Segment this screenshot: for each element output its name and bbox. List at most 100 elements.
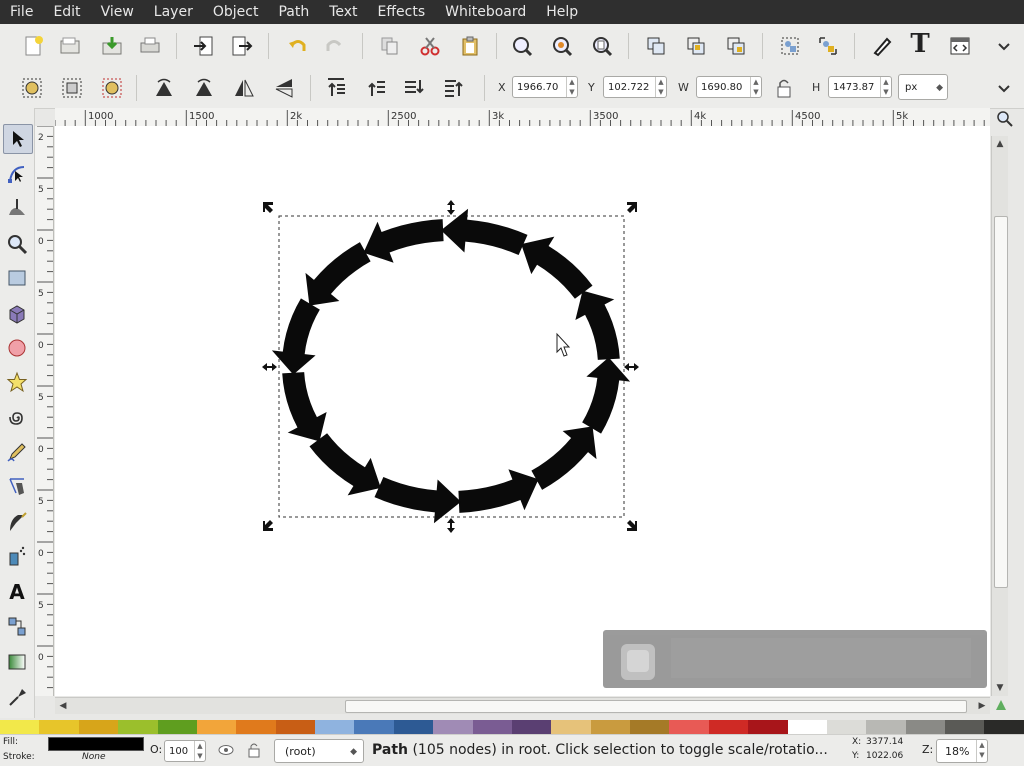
palette-swatch[interactable] [118,720,158,734]
paste-icon[interactable] [456,32,484,60]
connector-icon[interactable] [3,612,31,640]
zoom-corner-icon[interactable] [990,108,1020,130]
handle-bottom-right[interactable] [627,520,637,531]
palette-swatch[interactable] [630,720,670,734]
menu-view[interactable]: View [91,0,144,24]
palette-swatch[interactable] [590,720,630,734]
palette-swatch[interactable] [511,720,552,734]
opacity-field[interactable]: 100 ▲ ▼ [164,740,206,762]
unit-select[interactable]: px ◆ [898,74,948,100]
xml-editor-icon[interactable] [946,32,974,60]
vertical-scroll-thumb[interactable] [994,216,1008,588]
zoom-page-icon[interactable] [588,32,616,60]
zoom-selection-icon[interactable] [508,32,536,60]
cut-icon[interactable] [416,32,444,60]
handle-top-middle[interactable] [447,200,455,215]
duplicate-icon[interactable] [642,32,670,60]
stroke-value[interactable]: None [82,752,105,762]
flip-vertical-icon[interactable] [270,74,298,102]
calligraphy-icon[interactable] [3,508,31,536]
undo-icon[interactable] [284,32,312,60]
dropper-icon[interactable] [3,682,31,710]
lower-to-bottom-icon[interactable] [440,74,468,102]
text-font-icon[interactable]: T [906,29,934,59]
palette-swatch[interactable] [315,720,355,734]
palette-swatch[interactable] [196,720,237,734]
text-tool-icon[interactable]: A [3,578,31,606]
handle-bottom-left[interactable] [263,520,273,531]
y-spinner-icon[interactable]: ▲ ▼ [655,77,666,97]
menu-edit[interactable]: Edit [43,0,90,24]
handle-right-middle[interactable] [624,363,639,371]
pen-icon[interactable] [3,472,31,500]
palette-swatch[interactable] [472,720,512,734]
scroll-right-icon[interactable]: ▶ [974,698,990,714]
lock-proportions-icon[interactable] [770,74,798,102]
palette-swatch[interactable] [354,720,394,734]
palette-swatch[interactable] [866,720,906,734]
scroll-left-icon[interactable]: ◀ [55,698,71,714]
fill-stroke-icon[interactable] [868,32,896,60]
palette-swatch[interactable] [39,720,79,734]
menu-effects[interactable]: Effects [368,0,436,24]
selector-arrow-icon[interactable] [3,124,33,154]
gradient-icon[interactable] [3,648,31,676]
flip-horizontal-icon[interactable] [230,74,258,102]
toggle-lock-icon[interactable] [242,737,266,763]
redo-icon[interactable] [320,32,348,60]
zoom-drawing-icon[interactable] [548,32,576,60]
clone-icon[interactable] [682,32,710,60]
handle-bottom-middle[interactable] [447,518,455,533]
print-icon[interactable] [136,32,164,60]
palette-swatch[interactable] [787,720,827,734]
menu-help[interactable]: Help [536,0,588,24]
x-field[interactable]: 1966.70 ▲ ▼ [512,76,578,98]
more-chevron-icon-2[interactable] [990,74,1018,102]
cms-icon[interactable] [994,698,1008,712]
menu-path[interactable]: Path [268,0,319,24]
handle-left-middle[interactable] [262,363,277,371]
w-field[interactable]: 1690.80 ▲ ▼ [696,76,762,98]
menu-text[interactable]: Text [319,0,367,24]
menu-object[interactable]: Object [203,0,269,24]
save-document-icon[interactable] [98,32,126,60]
star-icon[interactable] [3,368,31,396]
deselect-icon[interactable] [98,74,126,102]
palette-swatch[interactable] [708,720,749,734]
opacity-spinner-icon[interactable]: ▲ ▼ [194,741,205,761]
palette-swatch[interactable] [0,720,40,734]
handle-top-right[interactable] [627,202,637,213]
scale-handles[interactable] [262,200,639,533]
node-editor-icon[interactable] [3,160,31,188]
w-spinner-icon[interactable]: ▲ ▼ [750,77,761,97]
open-document-icon[interactable] [56,32,84,60]
zoom-spinner-icon[interactable]: ▲ ▼ [976,740,987,762]
box3d-icon[interactable] [3,300,31,328]
vertical-scrollbar[interactable]: ▲ ▼ [991,136,1008,696]
palette-swatch[interactable] [433,720,473,734]
spiral-icon[interactable] [3,404,31,432]
scroll-down-icon[interactable]: ▼ [992,680,1008,696]
tweak-icon[interactable] [3,194,31,222]
unlink-clone-icon[interactable] [722,32,750,60]
new-document-icon[interactable] [20,32,48,60]
lower-icon[interactable] [400,74,428,102]
group-icon[interactable] [776,32,804,60]
scroll-up-icon[interactable]: ▲ [992,136,1008,152]
rotate-ccw-icon[interactable] [150,74,178,102]
palette-swatch[interactable] [669,720,709,734]
palette-swatch[interactable] [905,720,945,734]
horizontal-scrollbar[interactable]: ◀ ▶ [55,697,990,714]
menu-file[interactable]: File [0,0,43,24]
menu-layer[interactable]: Layer [144,0,203,24]
palette-swatch[interactable] [236,720,276,734]
x-spinner-icon[interactable]: ▲ ▼ [566,77,577,97]
import-icon[interactable] [190,32,218,60]
raise-to-top-icon[interactable] [322,74,350,102]
handle-top-left[interactable] [263,202,273,213]
circular-arrows-path[interactable] [271,208,631,524]
drawing-canvas[interactable] [55,126,990,696]
spray-icon[interactable] [3,542,31,570]
zoom-icon[interactable] [3,230,31,258]
ellipse-icon[interactable] [3,334,31,362]
